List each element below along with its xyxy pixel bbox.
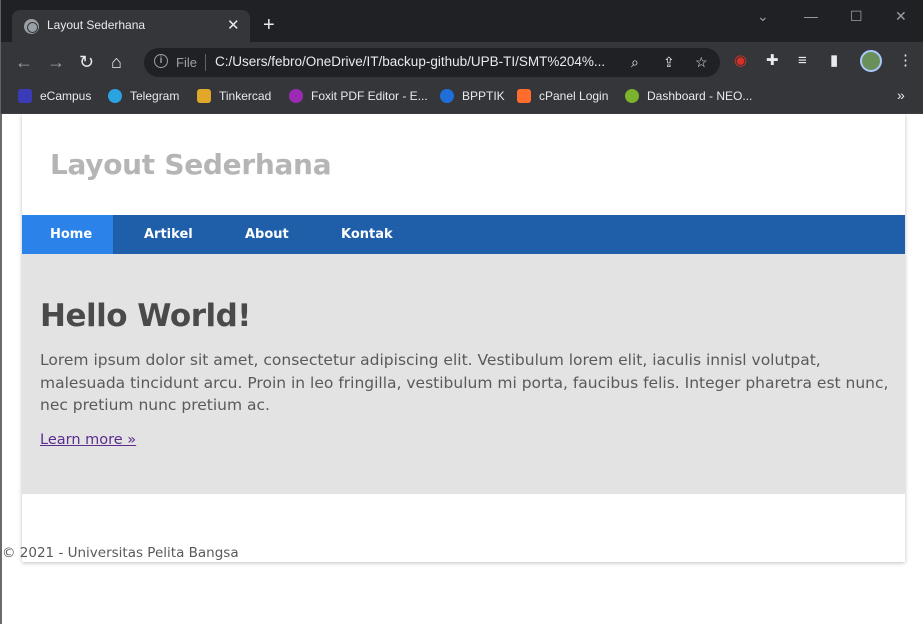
- nav-artikel[interactable]: Artikel: [144, 215, 193, 254]
- ecampus-icon: [18, 89, 32, 103]
- telegram-icon: [108, 89, 122, 103]
- bookmark-ecampus[interactable]: eCampus: [18, 89, 91, 103]
- hero-text: Lorem ipsum dolor sit amet, consectetur …: [40, 351, 889, 414]
- cpanel-icon: [517, 89, 531, 103]
- menu-icon[interactable]: ⋮: [898, 53, 913, 69]
- bookmarks-more-icon[interactable]: »: [897, 87, 905, 103]
- browser-toolbar: ← → ↻ ⌂ i File C:/Users/febro/OneDrive/I…: [1, 42, 923, 82]
- profile-avatar[interactable]: [860, 50, 882, 72]
- reload-icon[interactable]: ↻: [79, 53, 94, 71]
- main-nav: Home Artikel About Kontak: [22, 215, 905, 254]
- dashboard-icon: [625, 89, 639, 103]
- browser-tab[interactable]: Layout Sederhana ✕: [12, 10, 250, 42]
- maximize-button[interactable]: ☐: [850, 8, 863, 25]
- new-tab-button[interactable]: +: [263, 15, 275, 35]
- learn-more-link[interactable]: Learn more »: [40, 432, 136, 448]
- media-icon[interactable]: ≡: [798, 53, 807, 69]
- nav-home[interactable]: Home: [22, 215, 113, 254]
- page-container: Layout Sederhana Home Artikel About Kont…: [22, 114, 905, 562]
- close-window-button[interactable]: ✕: [895, 8, 907, 25]
- bookmarks-bar: eCampus Telegram Tinkercad Foxit PDF Edi…: [1, 82, 923, 114]
- site-header: Layout Sederhana: [22, 114, 905, 215]
- tab-title: Layout Sederhana: [47, 18, 146, 32]
- tab-search-chevron-icon[interactable]: ⌄: [757, 8, 769, 25]
- address-bar[interactable]: i File C:/Users/febro/OneDrive/IT/backup…: [144, 48, 720, 77]
- bookmark-cpanel[interactable]: cPanel Login: [517, 89, 608, 103]
- page-viewport: Layout Sederhana Home Artikel About Kont…: [0, 114, 923, 624]
- bookmark-bpptik[interactable]: BPPTIK: [440, 89, 505, 103]
- zoom-icon[interactable]: ⌕: [631, 54, 639, 71]
- nav-kontak[interactable]: Kontak: [341, 215, 393, 254]
- foxit-icon: [289, 89, 303, 103]
- bookmark-tinkercad[interactable]: Tinkercad: [197, 89, 271, 103]
- forward-icon[interactable]: →: [47, 53, 65, 71]
- home-icon[interactable]: ⌂: [111, 53, 122, 71]
- scheme-label: File: [176, 55, 197, 70]
- star-icon[interactable]: ☆: [695, 54, 708, 71]
- tab-close-icon[interactable]: ✕: [227, 16, 240, 34]
- nav-about[interactable]: About: [245, 215, 289, 254]
- bpptik-icon: [440, 89, 454, 103]
- extension-icon[interactable]: ◉: [734, 53, 747, 69]
- bookmark-foxit[interactable]: Foxit PDF Editor - E...: [289, 89, 428, 103]
- page-footer: © 2021 - Universitas Pelita Bangsa: [2, 545, 239, 561]
- bookmark-dashboard[interactable]: Dashboard - NEO...: [625, 89, 752, 103]
- back-icon[interactable]: ←: [15, 53, 33, 71]
- minimize-button[interactable]: —: [804, 8, 818, 24]
- tinkercad-icon: [197, 89, 211, 103]
- sidepanel-icon[interactable]: ▮: [830, 53, 838, 69]
- url-text[interactable]: C:/Users/febro/OneDrive/IT/backup-github…: [215, 54, 605, 69]
- browser-chrome: Layout Sederhana ✕ + ⌄ — ☐ ✕ ← → ↻ ⌂ i F…: [0, 0, 923, 114]
- bookmark-telegram[interactable]: Telegram: [108, 89, 179, 103]
- hero-section: Hello World! Lorem ipsum dolor sit amet,…: [22, 254, 905, 494]
- globe-icon: [24, 19, 39, 34]
- puzzle-icon[interactable]: ✚: [766, 53, 779, 69]
- address-separator: [205, 54, 206, 71]
- share-icon[interactable]: ⇪: [663, 54, 675, 71]
- info-icon[interactable]: i: [154, 54, 168, 68]
- hero-title: Hello World!: [40, 298, 251, 334]
- title-bar: Layout Sederhana ✕ + ⌄ — ☐ ✕: [1, 0, 923, 42]
- site-title: Layout Sederhana: [50, 148, 332, 181]
